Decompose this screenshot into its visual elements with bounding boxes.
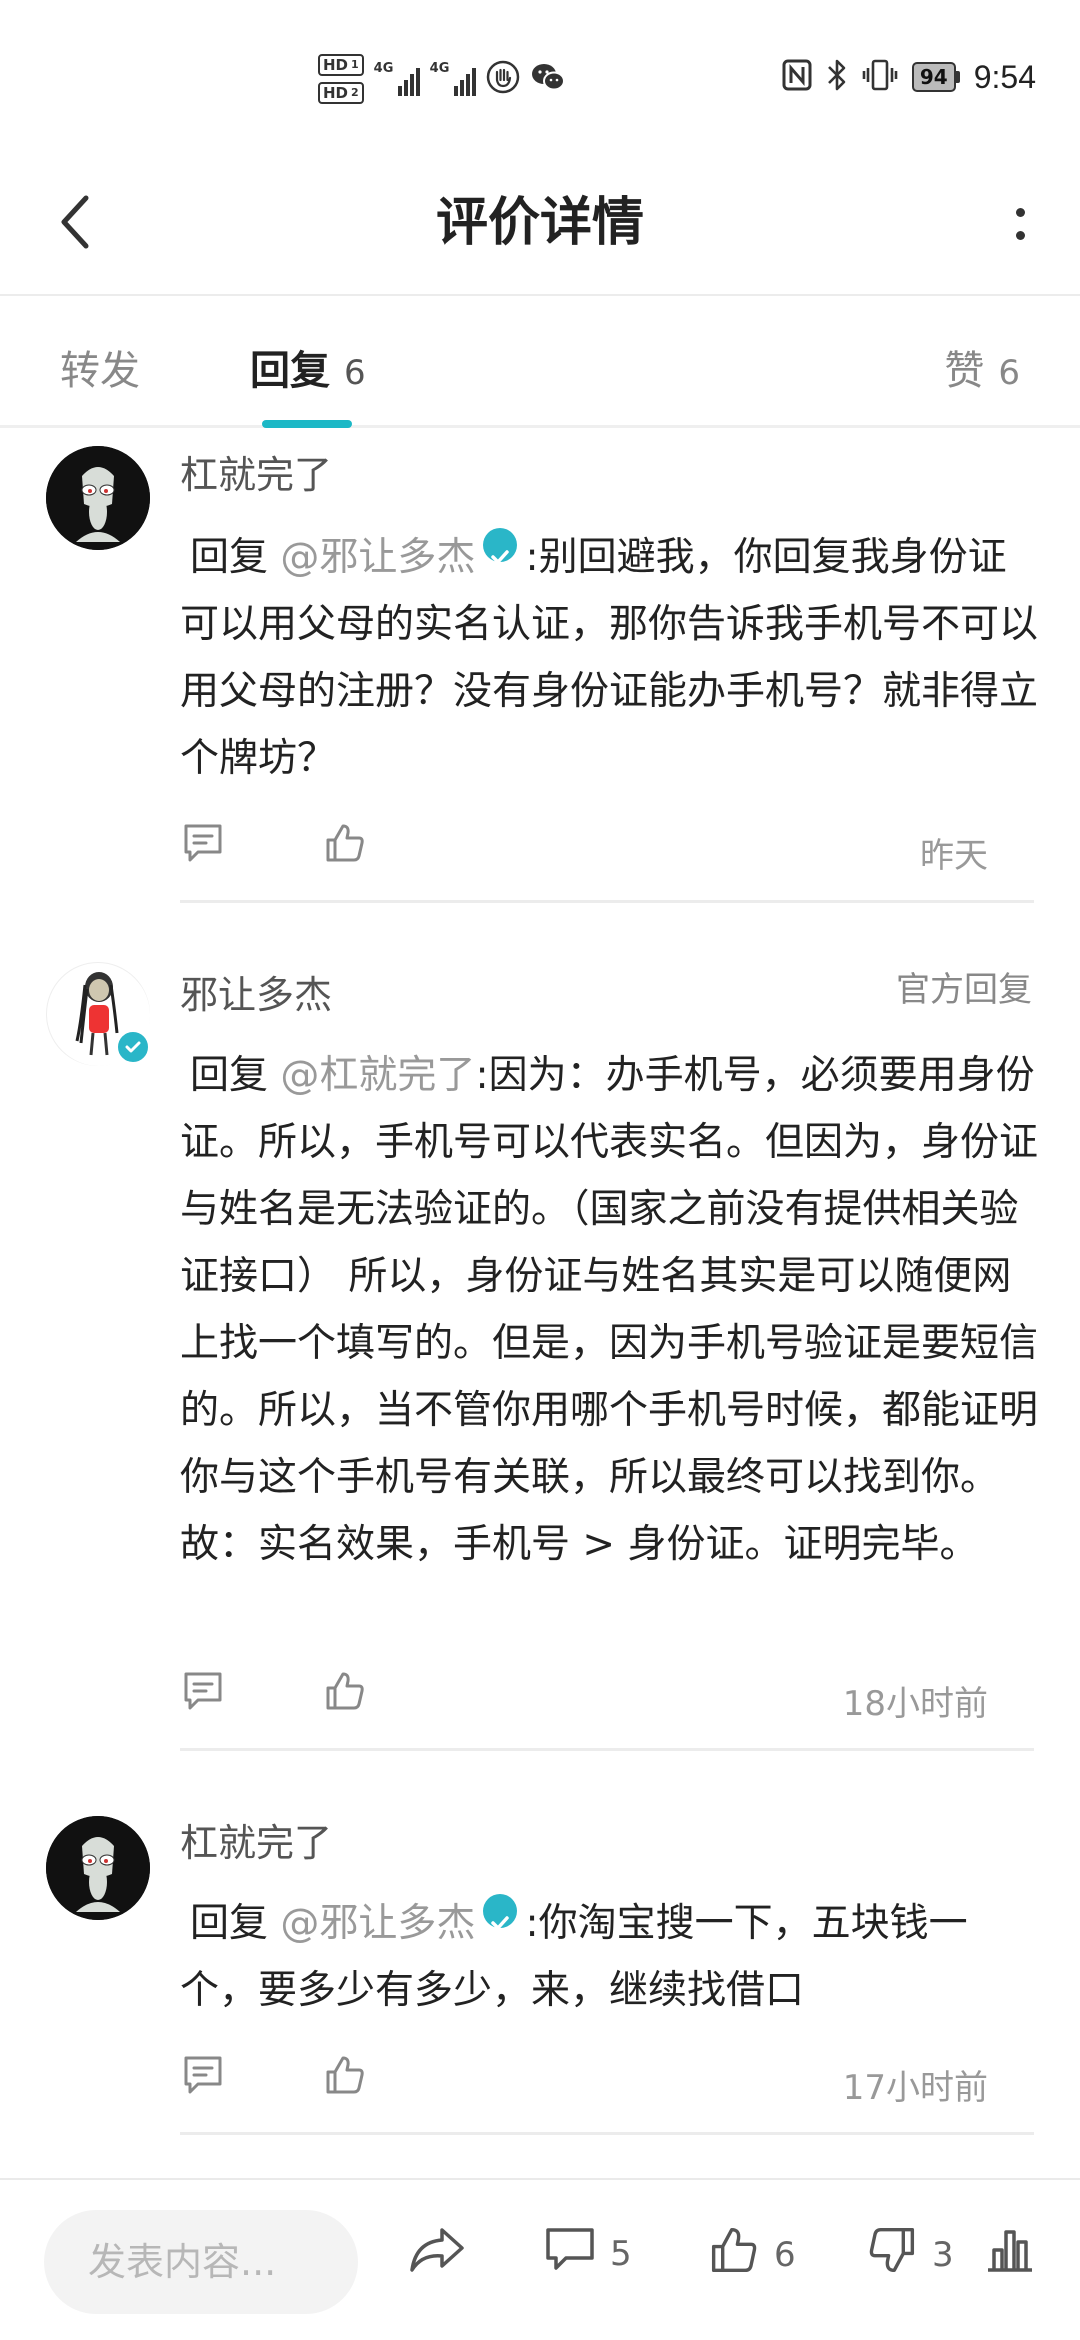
- more-options-button[interactable]: [990, 184, 1050, 264]
- comment-time: 昨天: [920, 836, 988, 876]
- tab-likes-label: 赞: [944, 348, 985, 394]
- comment-time: 17小时前: [842, 2068, 988, 2108]
- nfc-icon: [782, 59, 812, 95]
- thumbs-up-icon: [708, 2224, 760, 2285]
- status-bar-right: 94 9:54: [782, 52, 1036, 102]
- thumbs-down-icon: [866, 2224, 918, 2285]
- status-bar: HD 1 HD 2 4G 4G 94 9:54: [0, 0, 1080, 150]
- mention-link[interactable]: @邪让多杰: [280, 535, 475, 580]
- divider: [180, 900, 1034, 903]
- status-time: 9:54: [973, 58, 1036, 95]
- like-icon[interactable]: [322, 820, 368, 870]
- comment-text: 回复 @邪让多杰:别回避我，你回复我身份证可以用父母的实名认证，那你告诉我手机号…: [180, 524, 1040, 792]
- avatar[interactable]: [46, 446, 150, 550]
- comment-text: 回复 @邪让多杰:你淘宝搜一下，五块钱一个，要多少有多少，来，继续找借口: [180, 1890, 1040, 2024]
- comment-time: 18小时前: [842, 1684, 988, 1724]
- avatar[interactable]: [46, 962, 151, 1066]
- mention-link[interactable]: @邪让多杰: [280, 1901, 475, 1946]
- like-icon[interactable]: [322, 2052, 368, 2102]
- share-button[interactable]: [408, 2224, 466, 2283]
- comment-item: 杠就完了 回复 @邪让多杰:别回避我，你回复我身份证可以用父母的实名认证，那你告…: [0, 430, 1080, 910]
- comment-count: 5: [610, 2233, 632, 2274]
- official-reply-tag: 官方回复: [896, 970, 1032, 1010]
- squidward-avatar-icon: [46, 1816, 150, 1920]
- bar-chart-icon: [984, 2224, 1036, 2283]
- wechat-icon: [530, 61, 566, 97]
- bluetooth-icon: [826, 58, 848, 96]
- avatar[interactable]: [46, 1816, 150, 1920]
- reply-icon[interactable]: [180, 820, 226, 870]
- comment-username[interactable]: 杠就完了: [180, 1812, 332, 1867]
- status-bar-left: HD 1 HD 2 4G 4G: [318, 48, 566, 110]
- hand-icon: [486, 60, 520, 98]
- post-content-input[interactable]: 发表内容...: [44, 2210, 358, 2314]
- comment-username[interactable]: 邪让多杰: [180, 964, 332, 1019]
- tab-reply-count: 6: [344, 353, 366, 393]
- comment-actions: 17小时前: [180, 2052, 1040, 2112]
- comment-item: 杠就完了 回复 @邪让多杰:你淘宝搜一下，五块钱一个，要多少有多少，来，继续找借…: [0, 1800, 1080, 2140]
- app-header: 评价详情: [0, 150, 1080, 296]
- tab-reply-label: 回复: [250, 348, 330, 394]
- like-button[interactable]: 6: [708, 2224, 796, 2285]
- more-dot: [1015, 208, 1025, 217]
- divider: [180, 1748, 1034, 1751]
- hd-indicator-2: HD 2: [318, 82, 364, 104]
- comment-button[interactable]: 5: [544, 2224, 632, 2283]
- comment-icon: [544, 2224, 596, 2283]
- more-dot: [1015, 231, 1025, 240]
- active-tab-indicator: [262, 420, 352, 428]
- tab-likes[interactable]: 赞 6: [944, 338, 1020, 396]
- battery-indicator: 94: [911, 62, 960, 92]
- verified-icon: [483, 1894, 518, 1930]
- verified-icon: [483, 528, 518, 564]
- tab-forward-label: 转发: [60, 348, 140, 394]
- comment-username[interactable]: 杠就完了: [180, 444, 332, 499]
- comment-actions: 昨天: [180, 820, 1040, 880]
- vibrate-icon: [862, 58, 898, 96]
- hd-indicator-1: HD 1: [318, 54, 364, 76]
- comment-actions: 18小时前: [180, 1668, 1040, 1728]
- reply-prefix: 回复: [190, 1901, 269, 1946]
- share-icon: [408, 2224, 466, 2283]
- verified-icon: [115, 1029, 151, 1065]
- squidward-avatar-icon: [46, 446, 150, 550]
- reply-prefix: 回复: [190, 1053, 269, 1098]
- tab-bar: 转发 回复 6 赞 6: [0, 298, 1080, 428]
- mention-link[interactable]: @杠就完了: [280, 1053, 475, 1098]
- signal-1-icon: 4G: [374, 62, 420, 96]
- dislike-count: 3: [932, 2234, 954, 2275]
- page-title: 评价详情: [435, 193, 644, 253]
- stats-button[interactable]: [984, 2224, 1036, 2283]
- like-icon[interactable]: [322, 1668, 368, 1718]
- tab-likes-count: 6: [998, 353, 1020, 393]
- divider: [180, 2132, 1034, 2135]
- signal-2-icon: 4G: [430, 62, 476, 96]
- reply-icon[interactable]: [180, 1668, 226, 1718]
- comment-item: 邪让多杰 官方回复 回复 @杠就完了:因为：办手机号，必须要用身份证。所以，手机…: [0, 950, 1080, 1760]
- like-count: 6: [774, 2234, 796, 2275]
- tab-reply[interactable]: 回复 6: [250, 338, 366, 396]
- reply-prefix: 回复: [190, 535, 269, 580]
- hd-indicators: HD 1 HD 2: [318, 54, 364, 104]
- comment-text: 回复 @杠就完了:因为：办手机号，必须要用身份证。所以，手机号可以代表实名。但因…: [180, 1042, 1040, 1578]
- comment-content: :因为：办手机号，必须要用身份证。所以，手机号可以代表实名。但因为，身份证与姓名…: [180, 1053, 1039, 1567]
- dislike-button[interactable]: 3: [866, 2224, 954, 2285]
- bottom-action-bar: 发表内容... 5 6 3: [0, 2178, 1080, 2340]
- tab-forward[interactable]: 转发: [60, 338, 140, 396]
- reply-icon[interactable]: [180, 2052, 226, 2102]
